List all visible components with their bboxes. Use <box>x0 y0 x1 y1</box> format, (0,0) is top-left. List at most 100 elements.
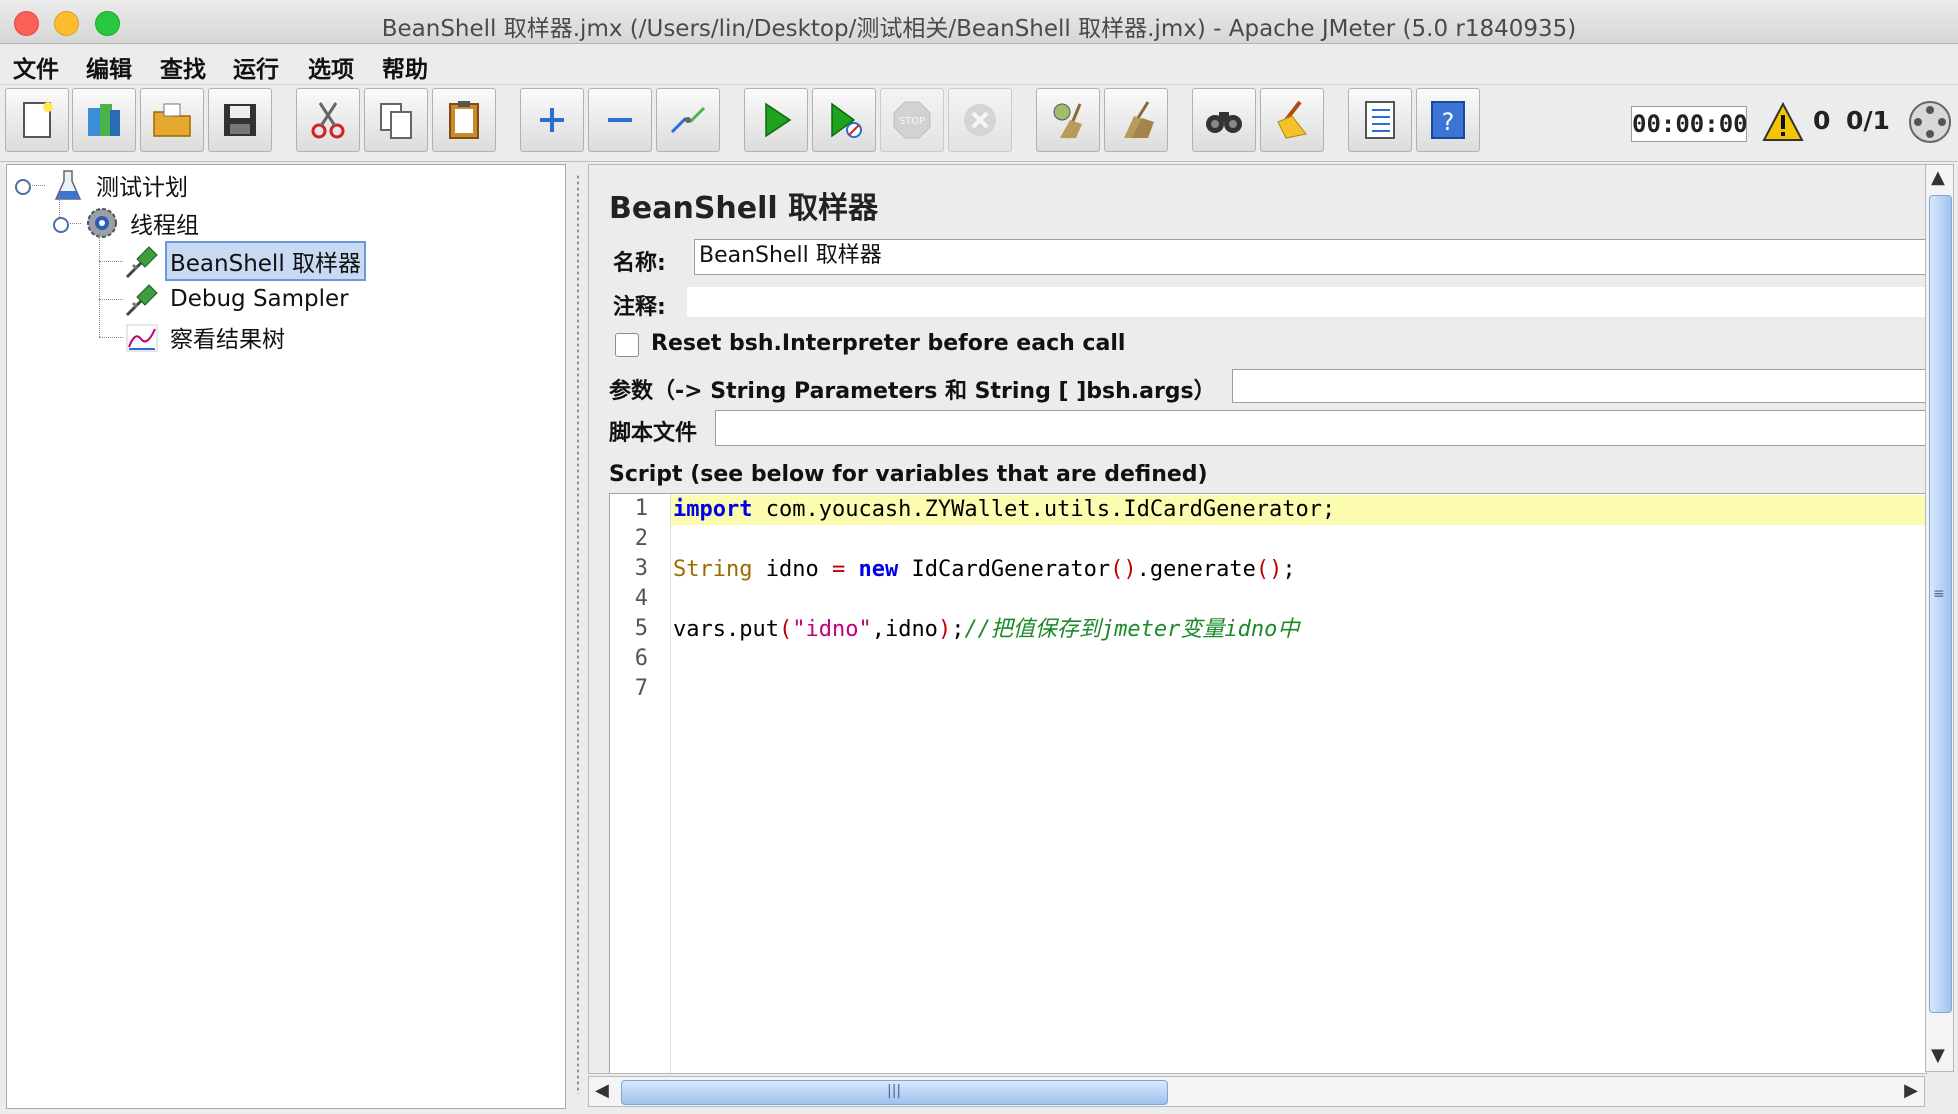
shutdown-icon <box>964 104 996 136</box>
new-icon <box>23 102 53 138</box>
toolbar: STOP ? 00:00:00 0 0/1 <box>0 85 1958 162</box>
tree-item-debug-sampler[interactable]: Debug Sampler <box>123 282 352 317</box>
elapsed-time: 00:00:00 <box>1631 106 1748 142</box>
clear-all-icon <box>1124 101 1154 138</box>
templates-button[interactable] <box>72 88 136 152</box>
help-icon: ? <box>1431 101 1465 139</box>
tree-item-view-results-tree[interactable]: 察看结果树 <box>123 320 288 354</box>
parameters-field[interactable] <box>1232 369 1926 403</box>
shutdown-button[interactable] <box>948 88 1012 152</box>
sampler-icon <box>125 246 158 279</box>
help-button[interactable]: ? <box>1416 88 1480 152</box>
code-line-3: String idno = new IdCardGenerator().gene… <box>673 557 1296 582</box>
line-number-gutter: 1 2 3 4 5 6 7 <box>610 494 671 1073</box>
cut-button[interactable] <box>296 88 360 152</box>
toggle-button[interactable] <box>656 88 720 152</box>
menu-file[interactable]: 文件 <box>13 50 59 84</box>
copy-button[interactable] <box>364 88 428 152</box>
reset-interpreter-checkbox[interactable] <box>615 333 639 357</box>
scroll-left-icon[interactable]: ◀ <box>595 1082 609 1100</box>
run-status-icon <box>1909 101 1951 143</box>
toggle-icon <box>670 106 706 134</box>
clear-button[interactable] <box>1036 88 1100 152</box>
menu-edit[interactable]: 编辑 <box>86 50 132 84</box>
cut-icon <box>311 102 345 139</box>
collapse-icon <box>608 118 632 122</box>
stop-button[interactable]: STOP <box>880 88 944 152</box>
panel-title: BeanShell 取样器 <box>609 191 879 226</box>
paste-icon <box>449 101 479 139</box>
script-editor[interactable]: 1 2 3 4 5 6 7 import com.youcash.ZYWalle… <box>609 493 1926 1073</box>
menu-run[interactable]: 运行 <box>233 50 279 84</box>
active-threads: 0/1 <box>1846 106 1890 135</box>
horizontal-scrollbar[interactable]: ◀ ||| ▶ <box>588 1076 1925 1107</box>
tree-expander-thread-group[interactable] <box>53 217 69 233</box>
tree-expander-test-plan[interactable] <box>15 179 31 195</box>
scroll-right-icon[interactable]: ▶ <box>1904 1082 1918 1100</box>
line-number: 4 <box>634 586 648 611</box>
clear-icon <box>1053 103 1082 139</box>
tree-item-label: BeanShell 取样器 <box>164 241 367 281</box>
code-line-5: vars.put("idno",idno);//把值保存到jmeter变量idn… <box>673 617 1300 642</box>
listener-icon <box>126 324 158 352</box>
parameters-label: 参数（-> String Parameters 和 String [ ]bsh.… <box>609 379 1216 404</box>
start-no-pauses-button[interactable] <box>812 88 876 152</box>
open-button[interactable] <box>140 88 204 152</box>
name-field[interactable]: BeanShell 取样器 <box>694 239 1926 275</box>
menu-options[interactable]: 选项 <box>308 50 354 84</box>
tree-item-test-plan[interactable]: 测试计划 <box>49 168 191 202</box>
menu-help[interactable]: 帮助 <box>382 50 428 84</box>
reset-search-icon <box>1277 100 1307 139</box>
new-button[interactable] <box>5 88 69 152</box>
test-plan-tree: 测试计划 线程组 BeanShell 取样器 Debug Sampler 察看结… <box>6 164 566 1109</box>
line-number: 2 <box>634 526 648 551</box>
sampler-icon <box>125 284 158 317</box>
save-button[interactable] <box>208 88 272 152</box>
comment-label: 注释: <box>613 295 666 320</box>
svg-text:?: ? <box>1442 108 1455 136</box>
collapse-all-button[interactable] <box>588 88 652 152</box>
scroll-down-icon[interactable]: ▼ <box>1931 1047 1945 1065</box>
tree-item-beanshell-sampler[interactable]: BeanShell 取样器 <box>123 241 367 281</box>
expand-all-button[interactable] <box>520 88 584 152</box>
start-button[interactable] <box>744 88 808 152</box>
window-title: BeanShell 取样器.jmx (/Users/lin/Desktop/测试… <box>381 16 1577 42</box>
line-number: 3 <box>634 556 648 581</box>
tree-item-thread-group[interactable]: 线程组 <box>83 206 202 240</box>
line-number: 1 <box>634 496 648 521</box>
menu-bar: 文件 编辑 查找 运行 选项 帮助 <box>0 44 1958 85</box>
menu-search[interactable]: 查找 <box>160 50 206 84</box>
vertical-scroll-thumb[interactable]: ≡ <box>1929 195 1952 1013</box>
search-icon <box>1206 112 1242 133</box>
test-plan-icon <box>54 170 82 200</box>
thread-group-icon <box>87 208 117 238</box>
copy-icon <box>380 103 412 139</box>
line-number: 5 <box>634 616 648 641</box>
reset-interpreter-label: Reset bsh.Interpreter before each call <box>651 331 1126 356</box>
tree-item-label: Debug Sampler <box>170 286 349 312</box>
paste-button[interactable] <box>432 88 496 152</box>
open-icon <box>153 103 191 137</box>
scroll-up-icon[interactable]: ▲ <box>1931 169 1945 187</box>
tree-item-label: 测试计划 <box>96 175 188 201</box>
comment-field[interactable] <box>687 287 1926 317</box>
sampler-config-panel: BeanShell 取样器 名称: BeanShell 取样器 注释: Rese… <box>588 164 1927 1074</box>
script-file-label: 脚本文件 <box>609 421 698 446</box>
function-helper-icon <box>1365 101 1395 139</box>
vertical-scrollbar[interactable]: ▲ ≡ ▼ <box>1925 164 1954 1072</box>
clear-all-button[interactable] <box>1104 88 1168 152</box>
search-button[interactable] <box>1192 88 1256 152</box>
save-icon <box>224 104 256 136</box>
function-helper-button[interactable] <box>1348 88 1412 152</box>
panel-splitter[interactable] <box>570 164 588 1107</box>
line-number: 6 <box>634 646 648 671</box>
horizontal-scroll-thumb[interactable]: ||| <box>621 1080 1168 1105</box>
script-file-field[interactable] <box>715 410 1926 446</box>
script-label: Script (see below for variables that are… <box>609 462 1208 487</box>
reset-search-button[interactable] <box>1260 88 1324 152</box>
warning-icon[interactable] <box>1762 102 1804 142</box>
